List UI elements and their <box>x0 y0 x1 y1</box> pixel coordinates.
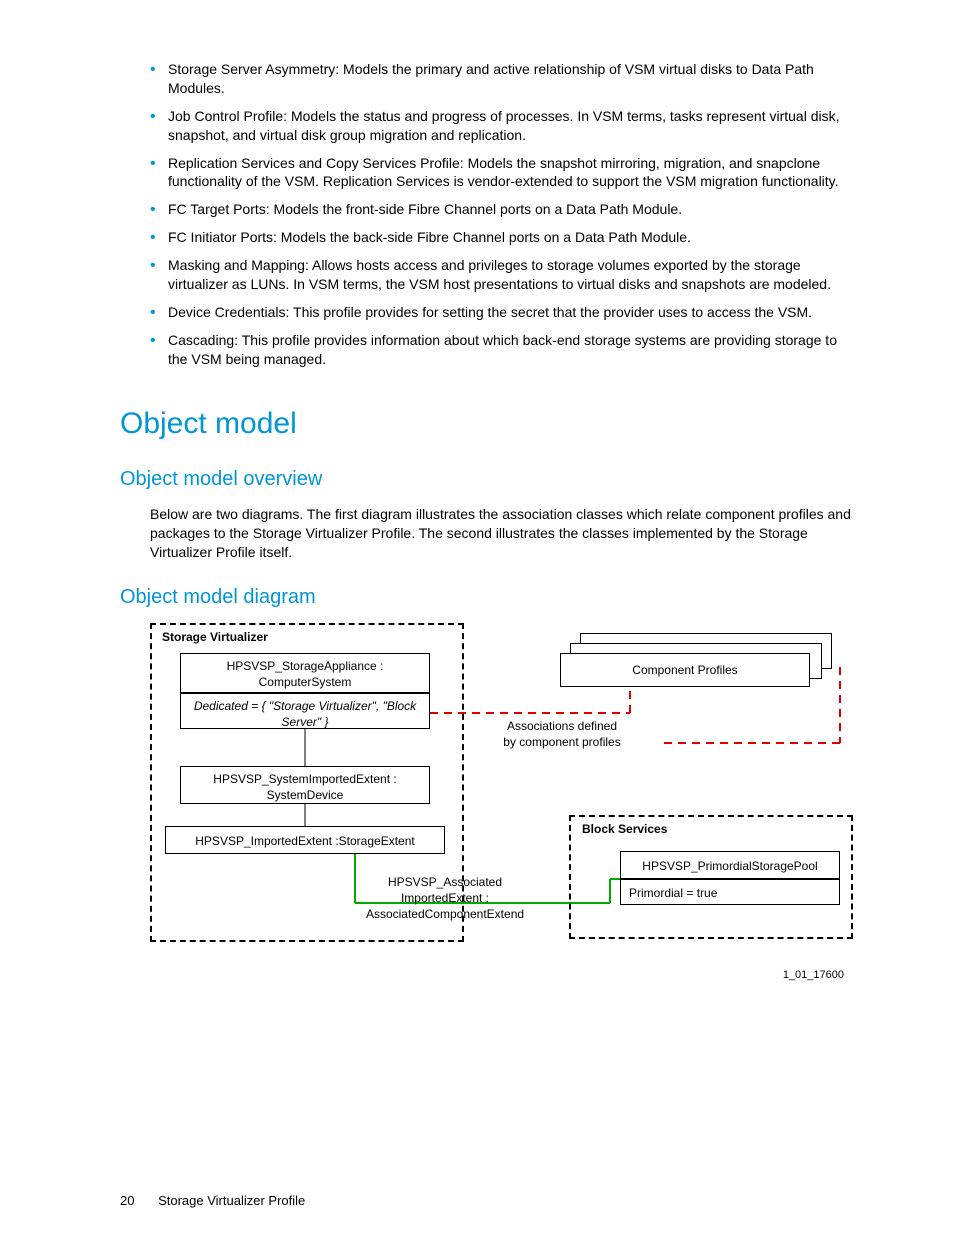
box-primordial-true: Primordial = true <box>620 879 840 905</box>
assoc2-label: HPSVSP_Associated ImportedExtent : Assoc… <box>345 874 545 923</box>
footer-title: Storage Virtualizer Profile <box>158 1193 305 1208</box>
figure-id: 1_01_17600 <box>783 968 844 983</box>
heading-overview: Object model overview <box>120 466 859 493</box>
object-model-diagram: Storage Virtualizer HPSVSP_StorageApplia… <box>150 623 859 963</box>
bs-title: Block Services <box>582 821 667 837</box>
box-text: HPSVSP_StorageAppliance : <box>227 659 384 673</box>
box-primordial-pool: HPSVSP_PrimordialStoragePool <box>620 851 840 879</box>
list-item: Masking and Mapping: Allows hosts access… <box>150 256 859 294</box>
sv-title: Storage Virtualizer <box>162 629 268 645</box>
box-dedicated: Dedicated = { "Storage Virtualizer", "Bl… <box>180 693 430 729</box>
list-item: Replication Services and Copy Services P… <box>150 154 859 192</box>
list-item: Device Credentials: This profile provide… <box>150 303 859 322</box>
box-storage-appliance: HPSVSP_StorageAppliance : ComputerSystem <box>180 653 430 693</box>
list-item: Job Control Profile: Models the status a… <box>150 107 859 145</box>
bullet-list: Storage Server Asymmetry: Models the pri… <box>120 60 859 369</box>
list-item: Cascading: This profile provides informa… <box>150 331 859 369</box>
page-number: 20 <box>120 1193 134 1208</box>
overview-paragraph: Below are two diagrams. The first diagra… <box>150 505 859 562</box>
page-footer: 20 Storage Virtualizer Profile <box>120 1192 305 1210</box>
list-item: FC Target Ports: Models the front-side F… <box>150 200 859 219</box>
assoc-label: Associations defined by component profil… <box>482 718 642 750</box>
heading-diagram: Object model diagram <box>120 584 859 611</box>
box-text: ComputerSystem <box>259 675 352 689</box>
box-component-profiles: Component Profiles <box>560 653 810 687</box>
heading-object-model: Object model <box>120 404 859 445</box>
box-imported-extent: HPSVSP_ImportedExtent :StorageExtent <box>165 826 445 854</box>
box-system-imported-extent: HPSVSP_SystemImportedExtent : SystemDevi… <box>180 766 430 804</box>
list-item: FC Initiator Ports: Models the back-side… <box>150 228 859 247</box>
list-item: Storage Server Asymmetry: Models the pri… <box>150 60 859 98</box>
